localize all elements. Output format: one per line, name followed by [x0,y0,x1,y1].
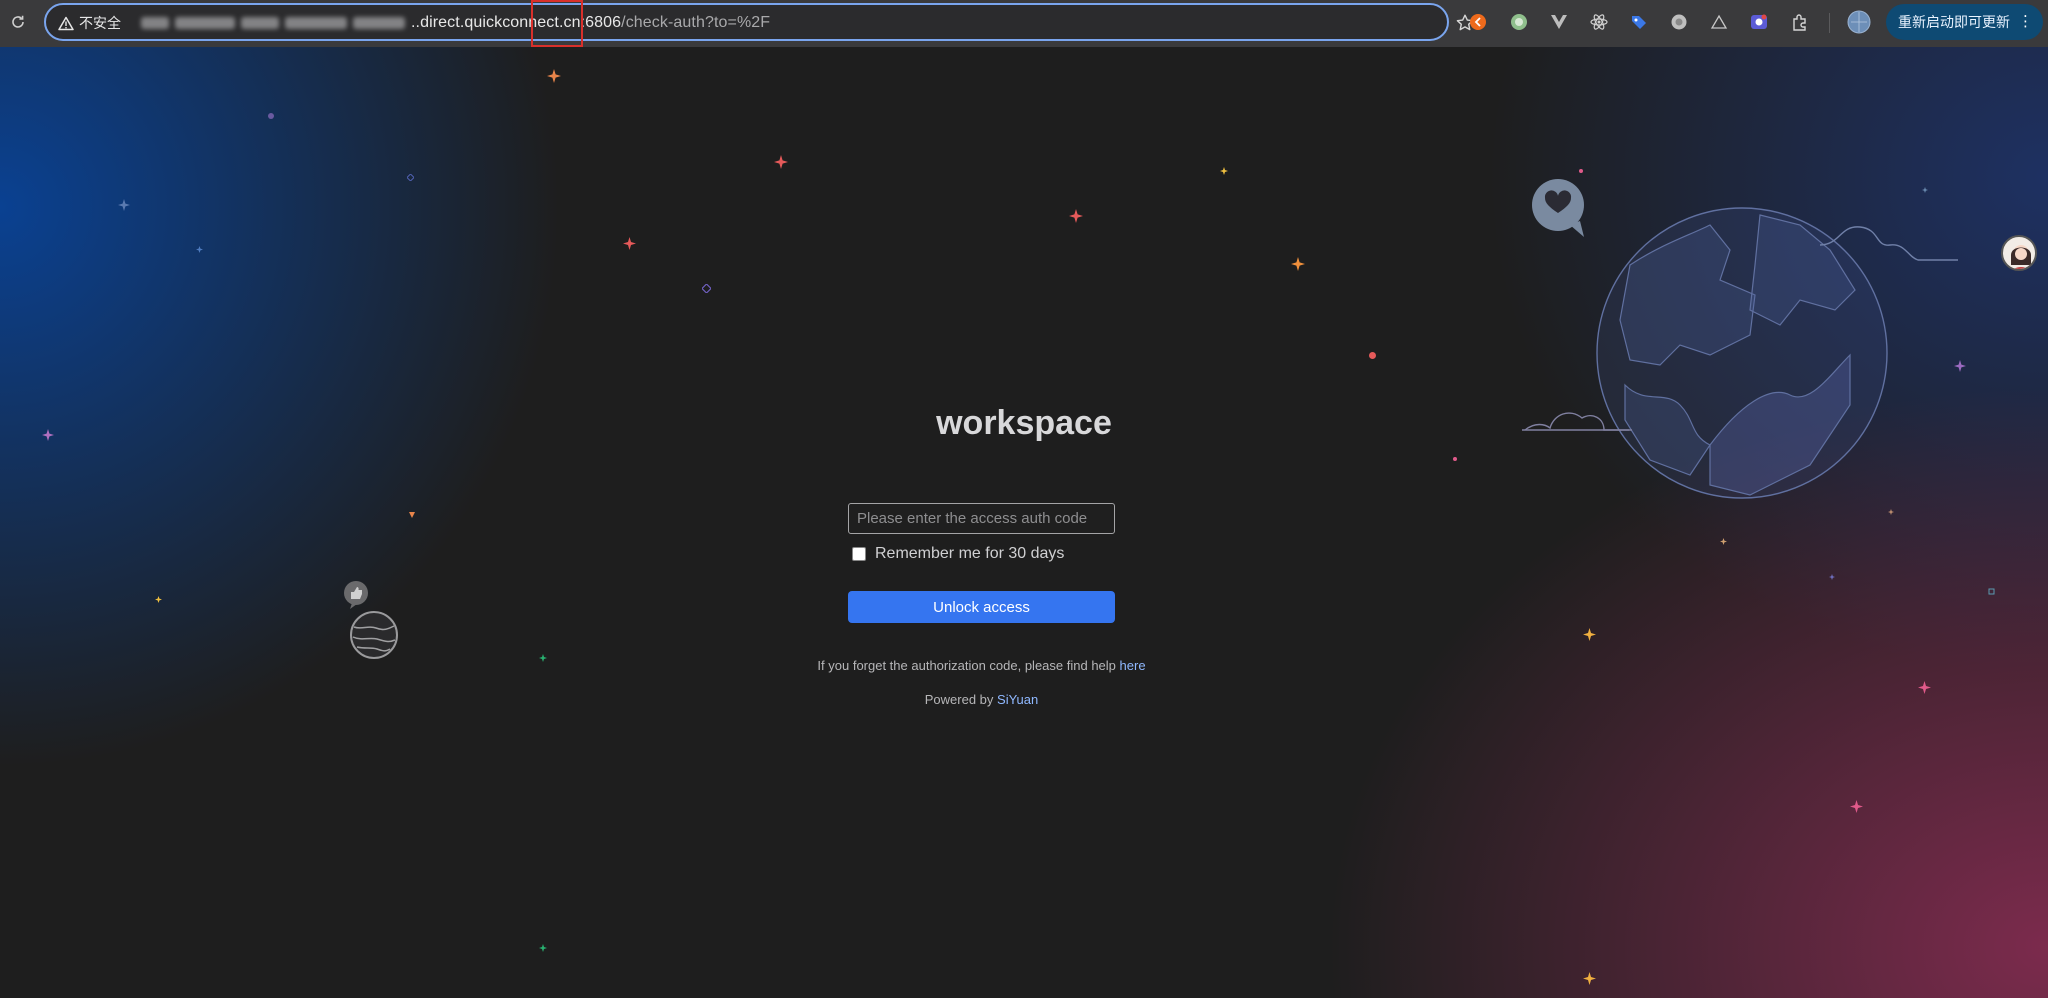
sparkle-icon [623,237,636,250]
sparkle-icon [1220,167,1228,175]
extension-gray-icon[interactable] [1668,11,1690,33]
profile-icon[interactable] [1847,10,1871,34]
like-bubble-icon [344,581,368,609]
forgot-code-help: If you forget the authorization code, pl… [0,658,1963,673]
browser-toolbar: 不安全 ..direct.quickconnect.cn:6806/check-… [0,0,2048,47]
sparkle-icon [1583,628,1596,641]
extension-icon[interactable] [1789,11,1811,33]
sparkle-icon [155,596,162,603]
help-link[interactable]: here [1120,658,1146,673]
extension-react-icon[interactable] [1588,11,1610,33]
extension-tag-icon[interactable] [1628,11,1650,33]
extension-green-icon[interactable] [1508,11,1530,33]
security-label: 不安全 [79,15,121,31]
star-dot [1369,352,1376,359]
url-text[interactable]: ..direct.quickconnect.cn:6806/check-auth… [411,14,770,32]
avatar[interactable] [2001,235,2037,271]
star-dot [268,113,274,119]
auth-page: workspace Remember me for 30 days Unlock… [0,47,2048,998]
url-host: ..direct.quickconnect.cn [411,14,581,31]
extension-purple-icon[interactable] [1748,11,1770,33]
sparkle-icon [539,944,547,952]
powered-by: Powered by SiYuan [0,692,1963,707]
sparkle-icon [1829,574,1835,580]
sparkle-icon [1291,257,1305,271]
auth-code-input[interactable] [848,503,1115,534]
remember-me-row[interactable]: Remember me for 30 days [852,545,1064,563]
workspace-title: workspace [936,404,1112,442]
help-text: If you forget the authorization code, pl… [817,658,1116,673]
extension-vue-icon[interactable] [1548,11,1570,33]
powered-prefix: Powered by [924,692,994,707]
warning-icon [58,16,74,30]
security-indicator[interactable]: 不安全 [58,13,121,33]
remember-me-checkbox[interactable] [852,547,866,561]
square-icon [1988,588,1995,595]
update-button-label: 重新启动即可更新 [1898,14,2010,30]
address-bar[interactable]: 不安全 ..direct.quickconnect.cn:6806/check-… [44,3,1474,41]
url-path: /check-auth?to=%2F [621,14,771,31]
sparkle-icon [196,246,203,253]
star-dot [1453,457,1457,461]
globe-illustration-icon [1522,179,1958,499]
planet-icon [350,611,398,659]
diamond-icon [407,174,414,181]
reload-icon[interactable] [6,10,30,34]
sparkle-icon [774,155,788,169]
diamond-icon [702,284,711,293]
relaunch-update-button[interactable]: 重新启动即可更新 ⋮ [1886,4,2043,40]
blurred-hostname [141,15,409,33]
sparkle-icon [1583,972,1596,985]
sparkle-icon [1850,800,1863,813]
triangle-icon [409,512,415,518]
extension-drive-icon[interactable] [1708,11,1730,33]
menu-dots-icon[interactable]: ⋮ [2018,12,2033,30]
remember-me-label: Remember me for 30 days [875,545,1065,562]
url-port: :6806 [580,14,622,31]
unlock-access-button[interactable]: Unlock access [848,591,1115,623]
siyuan-link[interactable]: SiYuan [997,692,1038,707]
toolbar-divider [1829,13,1830,33]
sparkle-icon [547,69,561,83]
sparkle-icon [1069,209,1083,223]
extension-orange-icon[interactable] [1467,11,1489,33]
sparkle-icon [118,199,130,211]
